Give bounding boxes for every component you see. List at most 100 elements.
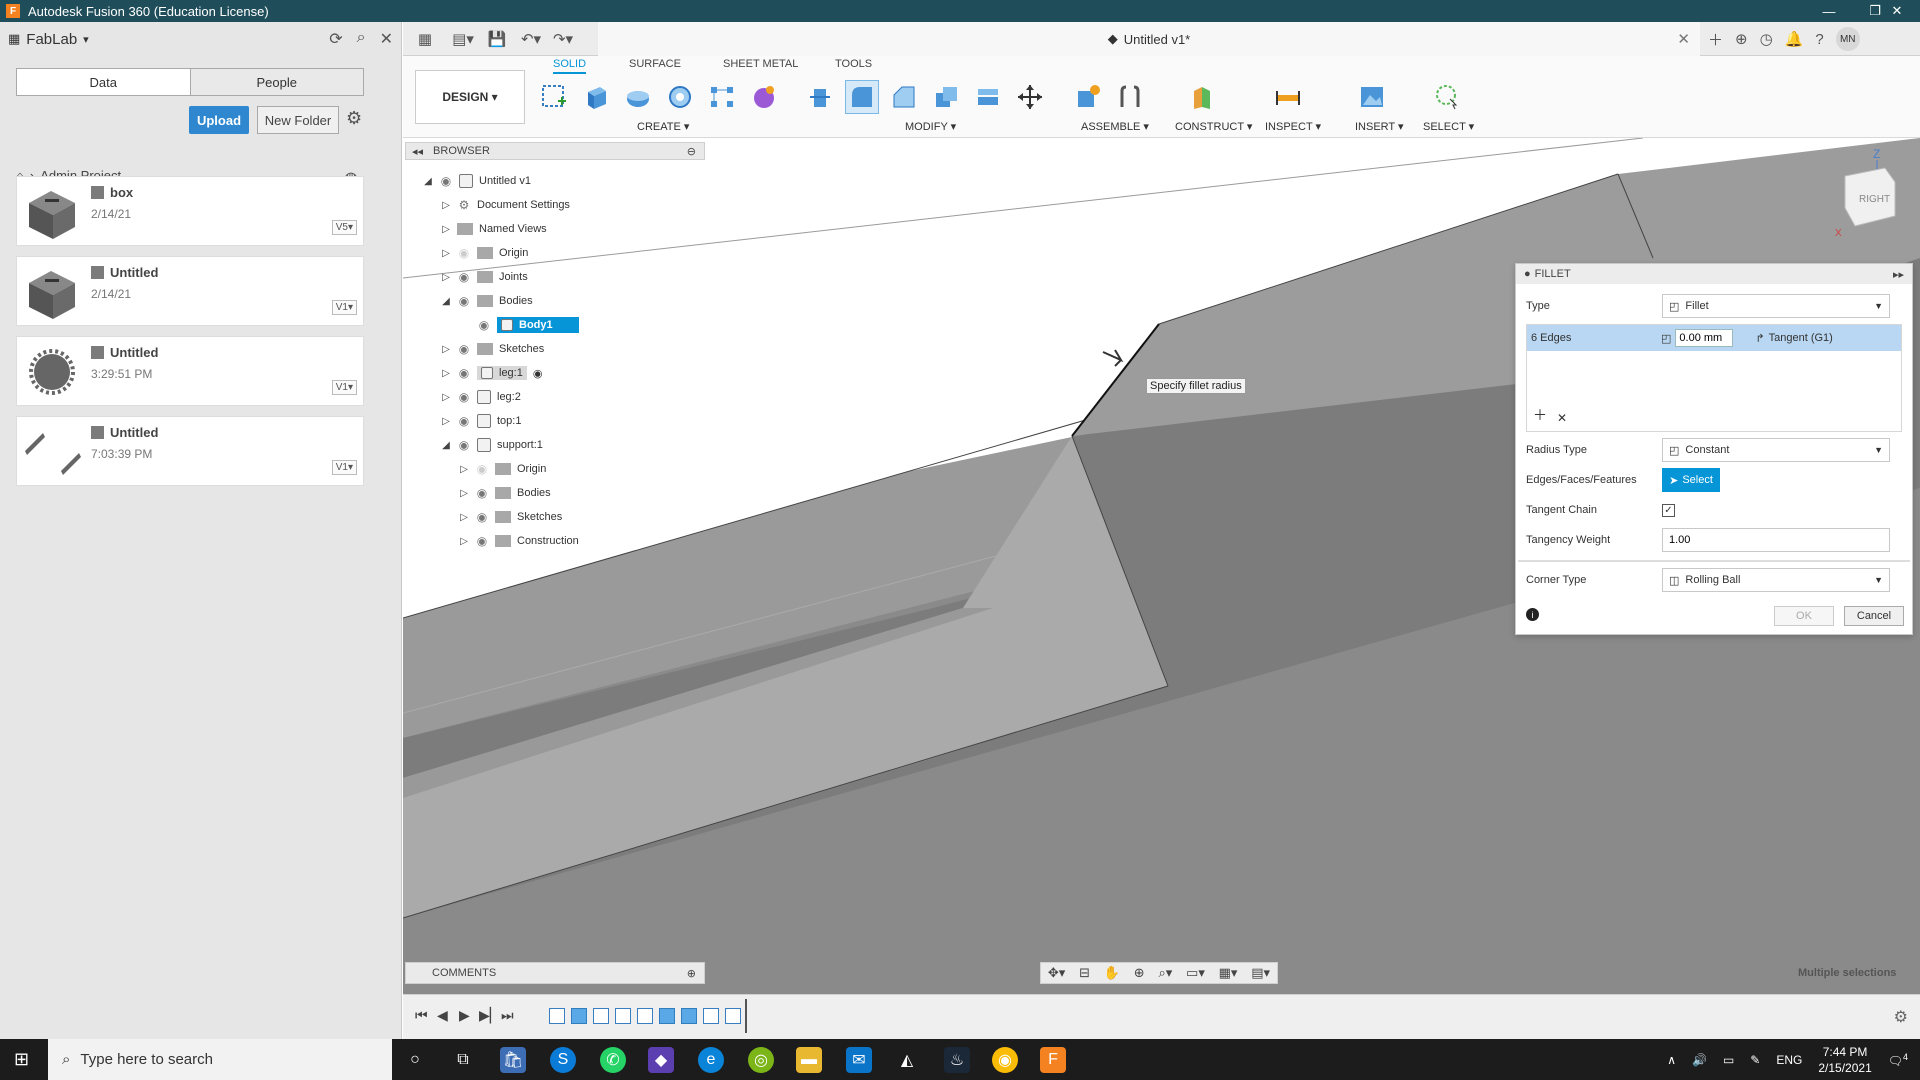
tree-item[interactable]: ▷ ◉ leg:1 ◉ (441, 362, 542, 384)
chamfer-icon[interactable] (887, 80, 921, 114)
modify-menu[interactable]: MODIFY ▾ (905, 120, 956, 133)
clock[interactable]: 7:44 PM 2/15/2021 (1818, 1044, 1871, 1076)
document-tab[interactable]: ◆ Untitled v1* ✕ (598, 22, 1700, 56)
combine-icon[interactable] (971, 80, 1005, 114)
tab-tools[interactable]: TOOLS (835, 58, 872, 70)
refresh-icon[interactable]: ⟳ (329, 29, 342, 49)
edge-icon[interactable]: e (698, 1047, 724, 1073)
app-icon[interactable]: ◆ (648, 1047, 674, 1073)
comments-panel[interactable]: COMMENTS ⊕ (405, 962, 705, 984)
file-menu-icon[interactable]: ▤▾ (449, 30, 477, 48)
step-back-icon[interactable]: ◀ (437, 1007, 448, 1024)
play-icon[interactable]: ▶ (459, 1007, 470, 1024)
timeline-fillet-icon[interactable] (703, 1008, 719, 1024)
file-card[interactable]: Untitled 3:29:51 PM V1▾ (16, 336, 364, 406)
pan-icon[interactable]: ✋ (1104, 965, 1120, 981)
avatar[interactable]: MN (1835, 27, 1860, 51)
browser-panel-header[interactable]: ◂◂ BROWSER ⊖ (405, 142, 705, 160)
inspect-menu[interactable]: INSPECT ▾ (1265, 120, 1321, 133)
create-menu[interactable]: CREATE ▾ (637, 120, 689, 133)
type-select[interactable]: ◰ Fillet ▼ (1662, 294, 1890, 318)
zoom-icon[interactable]: ⊕ (1134, 965, 1145, 981)
version-badge[interactable]: V5▾ (331, 220, 357, 235)
go-to-end-icon[interactable]: ⏭ (501, 1007, 514, 1024)
tree-item[interactable]: ▷ ◉ Bodies (459, 482, 551, 504)
fusion-360-icon[interactable]: F (1040, 1047, 1066, 1073)
store-icon[interactable]: 🛍 (500, 1047, 526, 1073)
mail-icon[interactable]: ✉ (846, 1047, 872, 1073)
file-card[interactable]: Untitled 2/14/21 V1▾ (16, 256, 364, 326)
offset-plane-icon[interactable] (1185, 80, 1219, 114)
collapse-icon[interactable]: ◂◂ (412, 145, 423, 158)
upload-button[interactable]: Upload (189, 106, 249, 134)
viewcube[interactable]: Z RIGHT X (1813, 138, 1913, 248)
taskbar-search[interactable]: ⌕ Type here to search (48, 1039, 392, 1080)
pattern-icon[interactable] (705, 80, 739, 114)
file-card[interactable]: Untitled 7:03:39 PM V1▾ (16, 416, 364, 486)
sweep-icon[interactable] (663, 80, 697, 114)
new-component-icon[interactable] (1071, 80, 1105, 114)
grid-settings-icon[interactable]: ▦▾ (1219, 965, 1238, 981)
version-badge[interactable]: V1▾ (331, 300, 357, 315)
skype-icon[interactable]: S (550, 1047, 576, 1073)
move-copy-icon[interactable] (1013, 80, 1047, 114)
select-button[interactable]: ➤ Select (1662, 468, 1720, 492)
select-menu[interactable]: SELECT ▾ (1423, 120, 1474, 133)
tab-sheet-metal[interactable]: SHEET METAL (723, 58, 798, 70)
search-icon[interactable]: ⌕ (357, 29, 366, 49)
tree-item[interactable]: ◢ ◉ support:1 (441, 434, 543, 456)
viewports-icon[interactable]: ▤▾ (1251, 965, 1270, 981)
tree-item[interactable]: ▷ ◉ Construction (459, 530, 579, 552)
revolve-icon[interactable] (621, 80, 655, 114)
measure-icon[interactable] (1271, 80, 1305, 114)
notifications-icon[interactable]: 🔔 (1785, 30, 1804, 48)
chevron-down-icon[interactable]: ▾ (83, 33, 89, 46)
tab-surface[interactable]: SURFACE (629, 58, 681, 70)
network-icon[interactable]: ▭ (1723, 1053, 1734, 1067)
new-folder-button[interactable]: New Folder (257, 106, 339, 134)
grid-icon[interactable]: ▦ (8, 31, 20, 47)
fillet-icon[interactable] (845, 80, 879, 114)
extrude-icon[interactable] (579, 80, 613, 114)
minus-icon[interactable]: ⊖ (687, 145, 696, 158)
file-card[interactable]: box 2/14/21 V5▾ (16, 176, 364, 246)
whatsapp-icon[interactable]: ✆ (600, 1047, 626, 1073)
steam-icon[interactable]: ♨ (944, 1047, 970, 1073)
timeline-extrude-icon[interactable] (571, 1008, 587, 1024)
shell-icon[interactable] (929, 80, 963, 114)
chevron-up-icon[interactable]: ∧ (1667, 1053, 1676, 1067)
look-at-icon[interactable]: ⊟ (1079, 965, 1090, 981)
expand-dialog-icon[interactable]: ▸▸ (1893, 268, 1904, 281)
redo-icon[interactable]: ↷▾ (549, 30, 577, 48)
gear-icon[interactable]: ⚙ (346, 108, 362, 129)
tree-item[interactable]: ◢ ◉ Untitled v1 (423, 170, 531, 192)
remove-icon[interactable]: ✕ (1557, 411, 1567, 425)
construct-menu[interactable]: CONSTRUCT ▾ (1175, 120, 1252, 133)
insert-image-icon[interactable] (1355, 80, 1389, 114)
undo-icon[interactable]: ↶▾ (517, 30, 545, 48)
tangency-weight-input[interactable] (1662, 528, 1890, 552)
add-comment-icon[interactable]: ⊕ (687, 967, 696, 980)
extensions-icon[interactable]: ⊕ (1735, 30, 1748, 48)
form-icon[interactable] (747, 80, 781, 114)
new-tab-icon[interactable]: ＋ (1708, 29, 1723, 50)
notification-center-icon[interactable]: 🗨4 (1888, 1052, 1908, 1068)
fit-icon[interactable]: ⌕▾ (1158, 965, 1172, 981)
timeline-sketch-icon[interactable] (637, 1008, 653, 1024)
radius-type-select[interactable]: ◰ Constant ▼ (1662, 438, 1890, 462)
tree-item[interactable]: ▷ ◉ Origin (441, 242, 528, 264)
ok-button[interactable]: OK (1774, 606, 1834, 626)
app-icon[interactable]: ◭ (894, 1047, 920, 1073)
add-icon[interactable]: ＋ (1533, 405, 1547, 425)
assemble-menu[interactable]: ASSEMBLE ▾ (1081, 120, 1149, 133)
tree-item[interactable]: ▷ ◉ Joints (441, 266, 528, 288)
apps-grid-icon[interactable]: ▦ (411, 30, 439, 48)
go-to-start-icon[interactable]: ⏮ (415, 1007, 428, 1024)
tree-item[interactable]: ▷ ◉ leg:2 (441, 386, 521, 408)
timeline-fillet-icon[interactable] (725, 1008, 741, 1024)
tree-item[interactable]: ▷ Named Views (441, 218, 547, 240)
press-pull-icon[interactable] (803, 80, 837, 114)
tab-solid[interactable]: SOLID (553, 58, 587, 74)
step-forward-icon[interactable]: ▶▏ (479, 1007, 501, 1024)
tree-item[interactable]: ▷ ◉ top:1 (441, 410, 521, 432)
